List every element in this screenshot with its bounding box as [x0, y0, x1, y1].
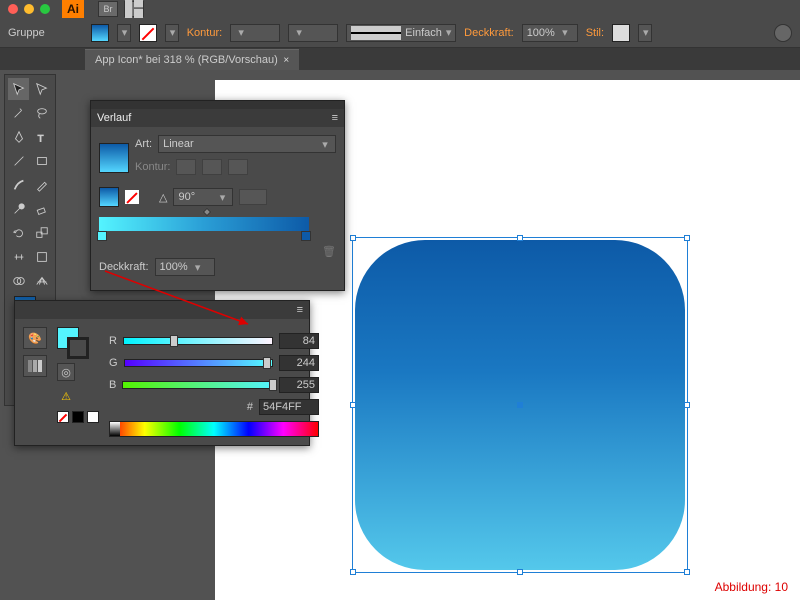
gradient-fill-preview[interactable]	[99, 143, 129, 173]
gradient-type-label: Art:	[135, 138, 152, 150]
type-tool[interactable]: T	[31, 126, 52, 148]
direct-selection-tool[interactable]	[31, 78, 52, 100]
g-slider-knob[interactable]	[263, 357, 271, 369]
stroke-grad-across	[228, 159, 248, 175]
aspect-ratio-field	[239, 189, 267, 205]
shape-builder-tool[interactable]	[8, 270, 29, 292]
stroke-dropdown[interactable]: ▾	[165, 24, 179, 42]
b-value-field[interactable]: 255	[279, 377, 319, 393]
free-transform-tool[interactable]	[31, 246, 52, 268]
zoom-traffic[interactable]	[40, 4, 50, 14]
selection-bounding-box[interactable]	[352, 237, 688, 573]
color-spectrum[interactable]	[109, 421, 319, 437]
gradient-stop-left[interactable]	[97, 231, 107, 241]
gradient-panel-title: Verlauf	[97, 112, 131, 124]
perspective-grid-tool[interactable]	[31, 270, 52, 292]
g-slider[interactable]	[124, 359, 273, 367]
width-tool[interactable]	[8, 246, 29, 268]
gradient-stop-right[interactable]	[301, 231, 311, 241]
fill-swatch[interactable]	[91, 24, 109, 42]
rectangle-tool[interactable]	[31, 150, 52, 172]
arrange-docs-button[interactable]	[124, 1, 144, 17]
out-of-gamut-icon[interactable]: ◎	[57, 363, 75, 381]
figure-caption: Abbildung: 10	[715, 580, 788, 594]
magic-wand-tool[interactable]	[8, 102, 29, 124]
selection-tool[interactable]	[8, 78, 29, 100]
document-tab[interactable]: App Icon* bei 318 % (RGB/Vorschau) ×	[85, 49, 299, 70]
gradient-stroke-label: Kontur:	[135, 161, 170, 173]
color-panel-header[interactable]: ≡	[15, 301, 309, 319]
white-button[interactable]	[87, 411, 99, 423]
selection-type-label: Gruppe	[8, 27, 45, 39]
stop-opacity-label: Deckkraft:	[99, 261, 149, 273]
fill-dropdown[interactable]: ▾	[117, 24, 131, 42]
hex-field[interactable]: 54F4FF	[259, 399, 319, 415]
blob-brush-tool[interactable]	[8, 198, 29, 220]
gradient-midpoint[interactable]	[203, 208, 211, 216]
warning-icon[interactable]: ⚠	[57, 387, 75, 405]
svg-text:T: T	[37, 133, 43, 144]
stroke-preview	[351, 26, 401, 40]
color-guide-icon[interactable]	[23, 355, 47, 377]
panel-grip[interactable]	[91, 101, 344, 109]
minimize-traffic[interactable]	[24, 4, 34, 14]
titlebar: Ai Br	[0, 0, 800, 18]
stroke-swatch[interactable]	[139, 24, 157, 42]
r-value-field[interactable]: 84	[279, 333, 319, 349]
brush-name: Einfach	[405, 27, 442, 39]
reverse-gradient-button[interactable]	[125, 190, 139, 204]
rotate-tool[interactable]	[8, 222, 29, 244]
brush-definition[interactable]: Einfach ▾	[346, 24, 456, 42]
stroke-grad-along	[202, 159, 222, 175]
r-slider-knob[interactable]	[170, 335, 178, 347]
r-label: R	[109, 335, 117, 347]
control-bar: Gruppe ▾ ▾ Kontur: ▾ ▾ Einfach ▾ Deckkra…	[0, 18, 800, 48]
hex-label: #	[247, 401, 253, 413]
gradient-angle-field[interactable]: 90°▾	[173, 188, 233, 206]
gradient-panel[interactable]: Verlauf ≡ Art: Linear▾ Kontur: △	[90, 100, 345, 291]
pencil-tool[interactable]	[31, 174, 52, 196]
panel-menu-icon[interactable]: ≡	[297, 304, 303, 316]
recolor-button[interactable]	[774, 24, 792, 42]
gradient-panel-header[interactable]: Verlauf ≡	[91, 109, 344, 127]
panel-menu-icon[interactable]: ≡	[332, 112, 338, 124]
stroke-weight-field[interactable]: ▾	[230, 24, 280, 42]
style-label: Stil:	[586, 27, 604, 39]
gradient-type-dropdown[interactable]: Linear▾	[158, 135, 336, 153]
r-slider[interactable]	[123, 337, 273, 345]
color-panel[interactable]: ≡ 🎨 ◎ ⚠ R 84 G	[14, 300, 310, 446]
delete-stop-icon: 🗑	[99, 245, 336, 258]
close-traffic[interactable]	[8, 4, 18, 14]
graphic-style-dropdown[interactable]: ▾	[638, 24, 652, 42]
bridge-button[interactable]: Br	[98, 1, 118, 17]
lasso-tool[interactable]	[31, 102, 52, 124]
b-label: B	[109, 379, 116, 391]
stop-opacity-field[interactable]: 100%▾	[155, 258, 215, 276]
angle-icon: △	[159, 191, 167, 204]
eraser-tool[interactable]	[31, 198, 52, 220]
opacity-field[interactable]: 100%▾	[522, 24, 578, 42]
color-panel-icon[interactable]: 🎨	[23, 327, 47, 349]
black-button[interactable]	[72, 411, 84, 423]
b-slider[interactable]	[122, 381, 273, 389]
b-slider-knob[interactable]	[269, 379, 277, 391]
stroke-grad-within	[176, 159, 196, 175]
document-tab-bar: App Icon* bei 318 % (RGB/Vorschau) ×	[0, 48, 800, 70]
scale-tool[interactable]	[31, 222, 52, 244]
pen-tool[interactable]	[8, 126, 29, 148]
paintbrush-tool[interactable]	[8, 174, 29, 196]
g-label: G	[109, 357, 118, 369]
none-color-button[interactable]	[57, 411, 69, 423]
graphic-style-swatch[interactable]	[612, 24, 630, 42]
color-stroke-swatch[interactable]	[67, 337, 89, 359]
gradient-stroke-preview[interactable]	[99, 187, 119, 207]
opacity-label: Deckkraft:	[464, 27, 514, 39]
gradient-ramp[interactable]	[99, 217, 309, 231]
var-width-profile[interactable]: ▾	[288, 24, 338, 42]
app-logo: Ai	[62, 0, 84, 18]
g-value-field[interactable]: 244	[279, 355, 319, 371]
stroke-label: Kontur:	[187, 27, 222, 39]
line-tool[interactable]	[8, 150, 29, 172]
